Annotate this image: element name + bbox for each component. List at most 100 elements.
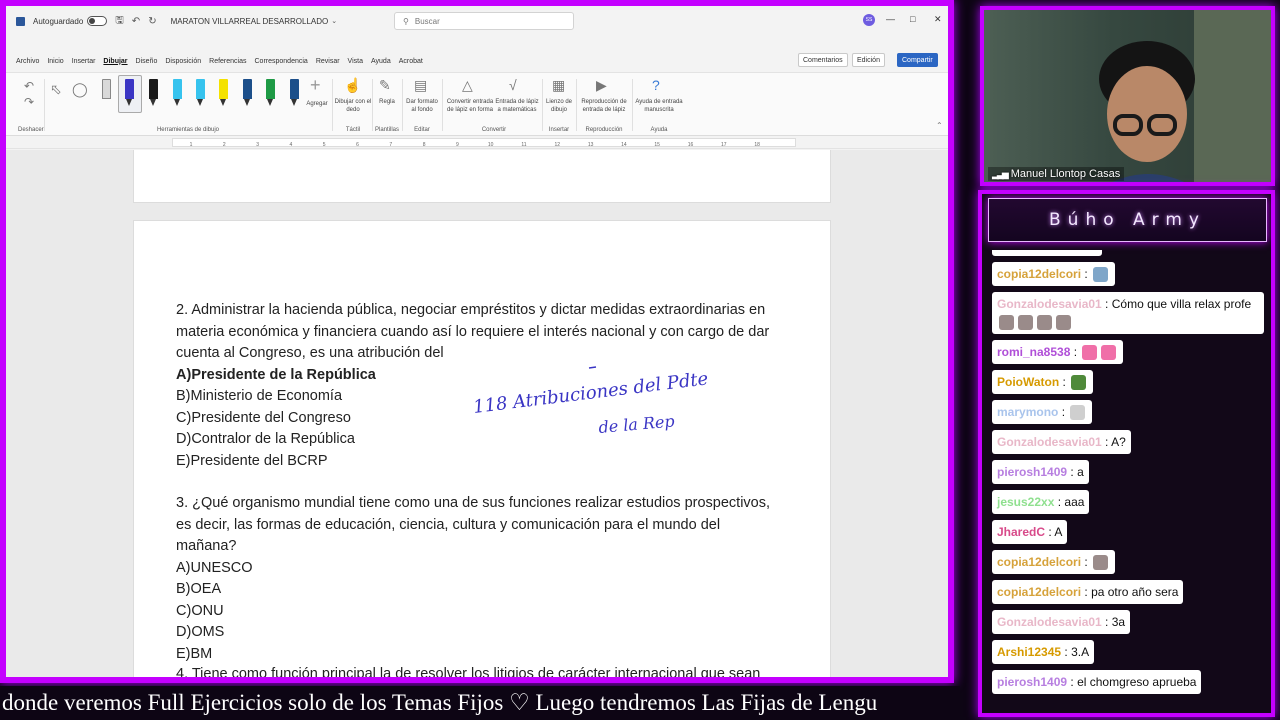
word-app-icon (16, 16, 25, 26)
ribbon-separator (542, 79, 543, 131)
chat-username[interactable]: Gonzalodesavia01 (997, 297, 1102, 311)
document-title[interactable]: MARATON VILLARREAL DESARROLLADO (171, 17, 329, 26)
webcam-name-tag: ▂▃▅ Manuel Llontop Casas (988, 167, 1125, 181)
ink-math-icon[interactable]: √ (509, 77, 517, 93)
q3-option: B)OEA (176, 579, 776, 601)
webcam-frame: ▂▃▅ Manuel Llontop Casas (980, 6, 1275, 186)
q3-option: D)OMS (176, 622, 776, 644)
chat-username[interactable]: JharedC (997, 525, 1045, 539)
undo-icon[interactable]: ↶ (132, 16, 140, 27)
tab-revisar[interactable]: Revisar (316, 58, 340, 65)
ink-annotation[interactable]: 118 Atribuciones del Pdte de la Rep (474, 353, 794, 443)
ink-help-icon[interactable]: ? (652, 77, 660, 93)
tab-archivo[interactable]: Archivo (16, 58, 39, 65)
format-background-icon[interactable]: ▤ (414, 77, 427, 94)
tab-ayuda[interactable]: Ayuda (371, 58, 391, 65)
search-box[interactable]: ⚲ Buscar (394, 12, 574, 30)
pen-tool-2[interactable] (173, 79, 182, 109)
chat-username[interactable]: copia12delcori (997, 555, 1081, 569)
pen-tool-1[interactable] (149, 79, 158, 109)
ink-replay-label[interactable]: Reproducción de entrada de lápiz (578, 99, 630, 114)
chat-bubble: Gonzalodesavia01 : 3a (992, 610, 1131, 634)
ink-math-label[interactable]: Entrada de lápiz a matemáticas (494, 99, 540, 114)
pen-tool-3[interactable] (196, 79, 205, 109)
minimize-icon[interactable]: — (886, 14, 895, 24)
chat-username[interactable]: copia12delcori (997, 267, 1081, 281)
tab-insertar[interactable]: Insertar (72, 58, 96, 65)
draw-finger-icon[interactable]: ☝ (344, 77, 361, 94)
chevron-down-icon[interactable]: ⌄ (331, 17, 337, 25)
eraser-icon[interactable] (102, 79, 111, 109)
chat-username[interactable]: PoioWaton (997, 375, 1059, 389)
draw-finger-label[interactable]: Dibujar con el dedo (334, 99, 372, 114)
maximize-icon[interactable]: □ (910, 14, 915, 24)
pen-tool-6[interactable] (290, 79, 299, 109)
chat-username[interactable]: romi_na8538 (997, 345, 1070, 359)
chat-text: pa otro año sera (1091, 585, 1179, 599)
chat-separator: : (1070, 345, 1081, 359)
avatar[interactable]: SS (863, 14, 875, 26)
share-button[interactable]: Compartir (897, 53, 938, 67)
pen-color-swatch (243, 79, 252, 99)
highlighter-tool[interactable] (219, 79, 228, 109)
lasso-select-icon[interactable]: ◯ (72, 81, 88, 98)
chat-username[interactable]: Arshi12345 (997, 645, 1061, 659)
save-icon[interactable]: 🖫 (115, 13, 124, 30)
chat-username[interactable]: pierosh1409 (997, 465, 1067, 479)
convert-shape-icon[interactable]: △ (462, 77, 473, 94)
close-icon[interactable]: ✕ (934, 14, 942, 25)
drawing-tools-group-label: Herramientas de dibujo (156, 127, 220, 133)
format-background-label[interactable]: Dar formato al fondo (404, 99, 440, 114)
editing-mode-button[interactable]: Edición (852, 53, 885, 67)
chat-username[interactable]: marymono (997, 405, 1058, 419)
option-text: Presidente del Congreso (191, 409, 351, 426)
chat-message: PoioWaton : (992, 370, 1271, 400)
document-canvas[interactable]: 2. Administrar la hacienda pública, nego… (6, 150, 948, 677)
ruler-tick-label: 11 (521, 142, 526, 148)
ruler-track[interactable]: 1 2 3 4 5 6 7 8 9 10 11 12 13 14 15 16 17 18 (172, 138, 796, 148)
chat-message: marymono : (992, 400, 1271, 430)
pen-tool-4[interactable] (243, 79, 252, 109)
convert-shape-label[interactable]: Convertir entrada de lápiz en forma (446, 99, 494, 114)
select-cursor-icon[interactable]: ⬁ (50, 81, 62, 98)
tab-vista[interactable]: Vista (348, 58, 363, 65)
redo-icon[interactable]: ↷ (24, 95, 34, 109)
drawing-canvas-icon[interactable]: ▦ (552, 77, 565, 94)
tab-referencias[interactable]: Referencias (209, 58, 246, 65)
pen-color-swatch (266, 79, 275, 99)
chat-username[interactable]: pierosh1409 (997, 675, 1067, 689)
tab-correspondencia[interactable]: Correspondencia (255, 58, 308, 65)
q2-option: E)Presidente del BCRP (176, 451, 776, 473)
ruler-icon[interactable]: ✎ (379, 77, 391, 94)
chat-username[interactable]: copia12delcori (997, 585, 1081, 599)
pen-color-swatch (173, 79, 182, 99)
pen-color-swatch (125, 79, 134, 99)
tab-dibujar[interactable]: Dibujar (103, 58, 127, 65)
document-page[interactable]: 2. Administrar la hacienda pública, nego… (133, 220, 831, 677)
ink-text-line-1: 118 Atribuciones del Pdte (474, 368, 709, 418)
redo-icon[interactable]: ↻ (148, 16, 156, 27)
ruler-ticks: 1 2 3 4 5 6 7 8 9 10 11 12 13 14 15 16 17 18 (190, 142, 760, 148)
undo-icon[interactable]: ↶ (24, 79, 34, 93)
tab-inicio[interactable]: Inicio (47, 58, 63, 65)
tab-diseno[interactable]: Diseño (136, 58, 158, 65)
chat-username[interactable]: jesus22xx (997, 495, 1054, 509)
ink-replay-icon[interactable]: ▶ (596, 77, 607, 94)
ruler-label[interactable]: Regla (374, 99, 400, 107)
collapse-ribbon-icon[interactable]: ⌃ (936, 121, 943, 130)
pen-tool-selected[interactable] (125, 79, 134, 109)
chat-title: Búho Army (1049, 210, 1206, 230)
pen-tool-5[interactable] (266, 79, 275, 109)
tab-acrobat[interactable]: Acrobat (399, 58, 423, 65)
add-pen-icon[interactable]: + (310, 75, 321, 96)
drawing-canvas-label[interactable]: Lienzo de dibujo (544, 99, 574, 114)
chat-bubble: Arshi12345 : 3.A (992, 640, 1095, 664)
chat-username[interactable]: Gonzalodesavia01 (997, 615, 1102, 629)
comments-button[interactable]: Comentarios (798, 53, 848, 67)
chat-username[interactable]: Gonzalodesavia01 (997, 435, 1102, 449)
horizontal-ruler: 1 2 3 4 5 6 7 8 9 10 11 12 13 14 15 16 17 18 (6, 137, 948, 149)
tab-disposicion[interactable]: Disposición (165, 58, 201, 65)
autosave-toggle[interactable] (87, 16, 108, 26)
add-pen-label[interactable]: Agregar (304, 101, 330, 109)
ink-help-label[interactable]: Ayuda de entrada manuscrita (634, 99, 684, 114)
